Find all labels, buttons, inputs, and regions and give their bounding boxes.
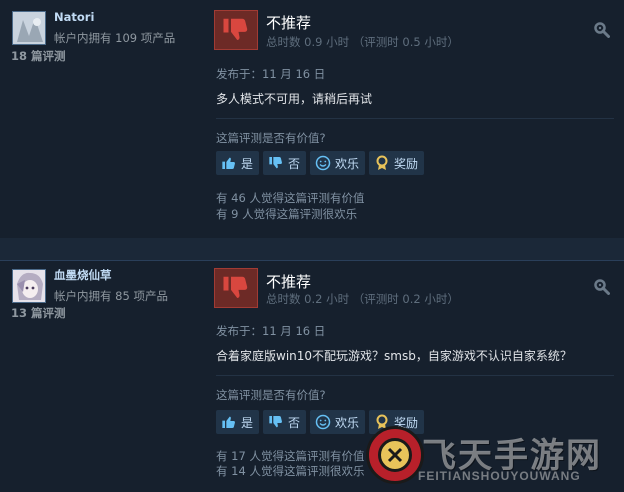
rating-label[interactable]: 不推荐 [266,12,311,33]
username[interactable]: Natori [54,10,94,24]
smiley-icon [315,155,331,171]
vote-yes-button[interactable]: 是 [216,151,260,175]
vote-yes-label: 是 [241,156,254,171]
review-content: 合着家庭版win10不配玩游戏？smsb，自家游戏不认识自家系统？ [216,349,572,363]
review-count[interactable]: 18 篇评测 [11,48,66,64]
helpful-count: 有 17 人觉得这篇评测有价值 [216,449,365,463]
vote-buttons: 是 否 欢乐 奖励 [216,151,425,175]
thumbs-up-icon [221,414,237,430]
products-owned[interactable]: 帐户内拥有 85 项产品 [54,288,168,304]
helpful-count: 有 46 人觉得这篇评测有价值 [216,191,365,205]
vote-yes-label: 是 [241,415,254,430]
review-separator [0,238,624,260]
vote-no-label: 否 [288,415,301,430]
divider [216,118,614,119]
award-button[interactable]: 奖励 [369,151,425,175]
award-icon [374,155,390,171]
products-owned[interactable]: 帐户内拥有 109 项产品 [54,30,175,46]
vote-funny-label: 欢乐 [335,415,360,430]
rating-label[interactable]: 不推荐 [266,271,311,292]
avatar[interactable] [12,11,46,45]
vote-funny-button[interactable]: 欢乐 [310,410,366,434]
thumbs-down-icon [214,10,258,50]
watermark-english: FEITIANSHOUYOUWANG [418,469,581,483]
thumbs-down-icon [268,414,284,430]
username[interactable]: 血墨烧仙草 [54,267,112,283]
divider [216,375,614,376]
helpful-question: 这篇评测是否有价值? [216,131,326,145]
gear-icon[interactable] [594,22,610,38]
thumbs-down-icon [214,268,258,308]
site-watermark: 飞天手游网 FEITIANSHOUYOUWANG [362,420,624,492]
smiley-icon [315,414,331,430]
thumbs-down-icon [268,155,284,171]
gear-icon[interactable] [594,279,610,295]
thumbs-up-icon [221,155,237,171]
review-count[interactable]: 13 篇评测 [11,305,66,321]
review-content: 多人模式不可用，请稍后再试 [216,92,373,106]
award-label: 奖励 [394,156,419,171]
vote-no-button[interactable]: 否 [263,151,307,175]
playtime: 总时数 0.2 小时 （评测时 0.2 小时） [266,292,459,306]
vote-no-label: 否 [288,156,301,171]
helpful-question: 这篇评测是否有价值? [216,388,326,402]
review-card: Natori 帐户内拥有 109 项产品 18 篇评测 不推荐 总时数 0.9 … [0,0,624,238]
vote-yes-button[interactable]: 是 [216,410,260,434]
funny-count: 有 9 人觉得这篇评测很欢乐 [216,207,358,221]
vote-funny-label: 欢乐 [335,156,360,171]
vote-no-button[interactable]: 否 [263,410,307,434]
playtime: 总时数 0.9 小时 （评测时 0.5 小时） [266,35,459,49]
posted-date: 发布于：11 月 16 日 [216,324,326,338]
avatar[interactable] [12,269,46,303]
vote-funny-button[interactable]: 欢乐 [310,151,366,175]
posted-date: 发布于：11 月 16 日 [216,67,326,81]
coin-logo-icon [366,426,424,484]
funny-count: 有 14 人觉得这篇评测很欢乐 [216,464,365,478]
